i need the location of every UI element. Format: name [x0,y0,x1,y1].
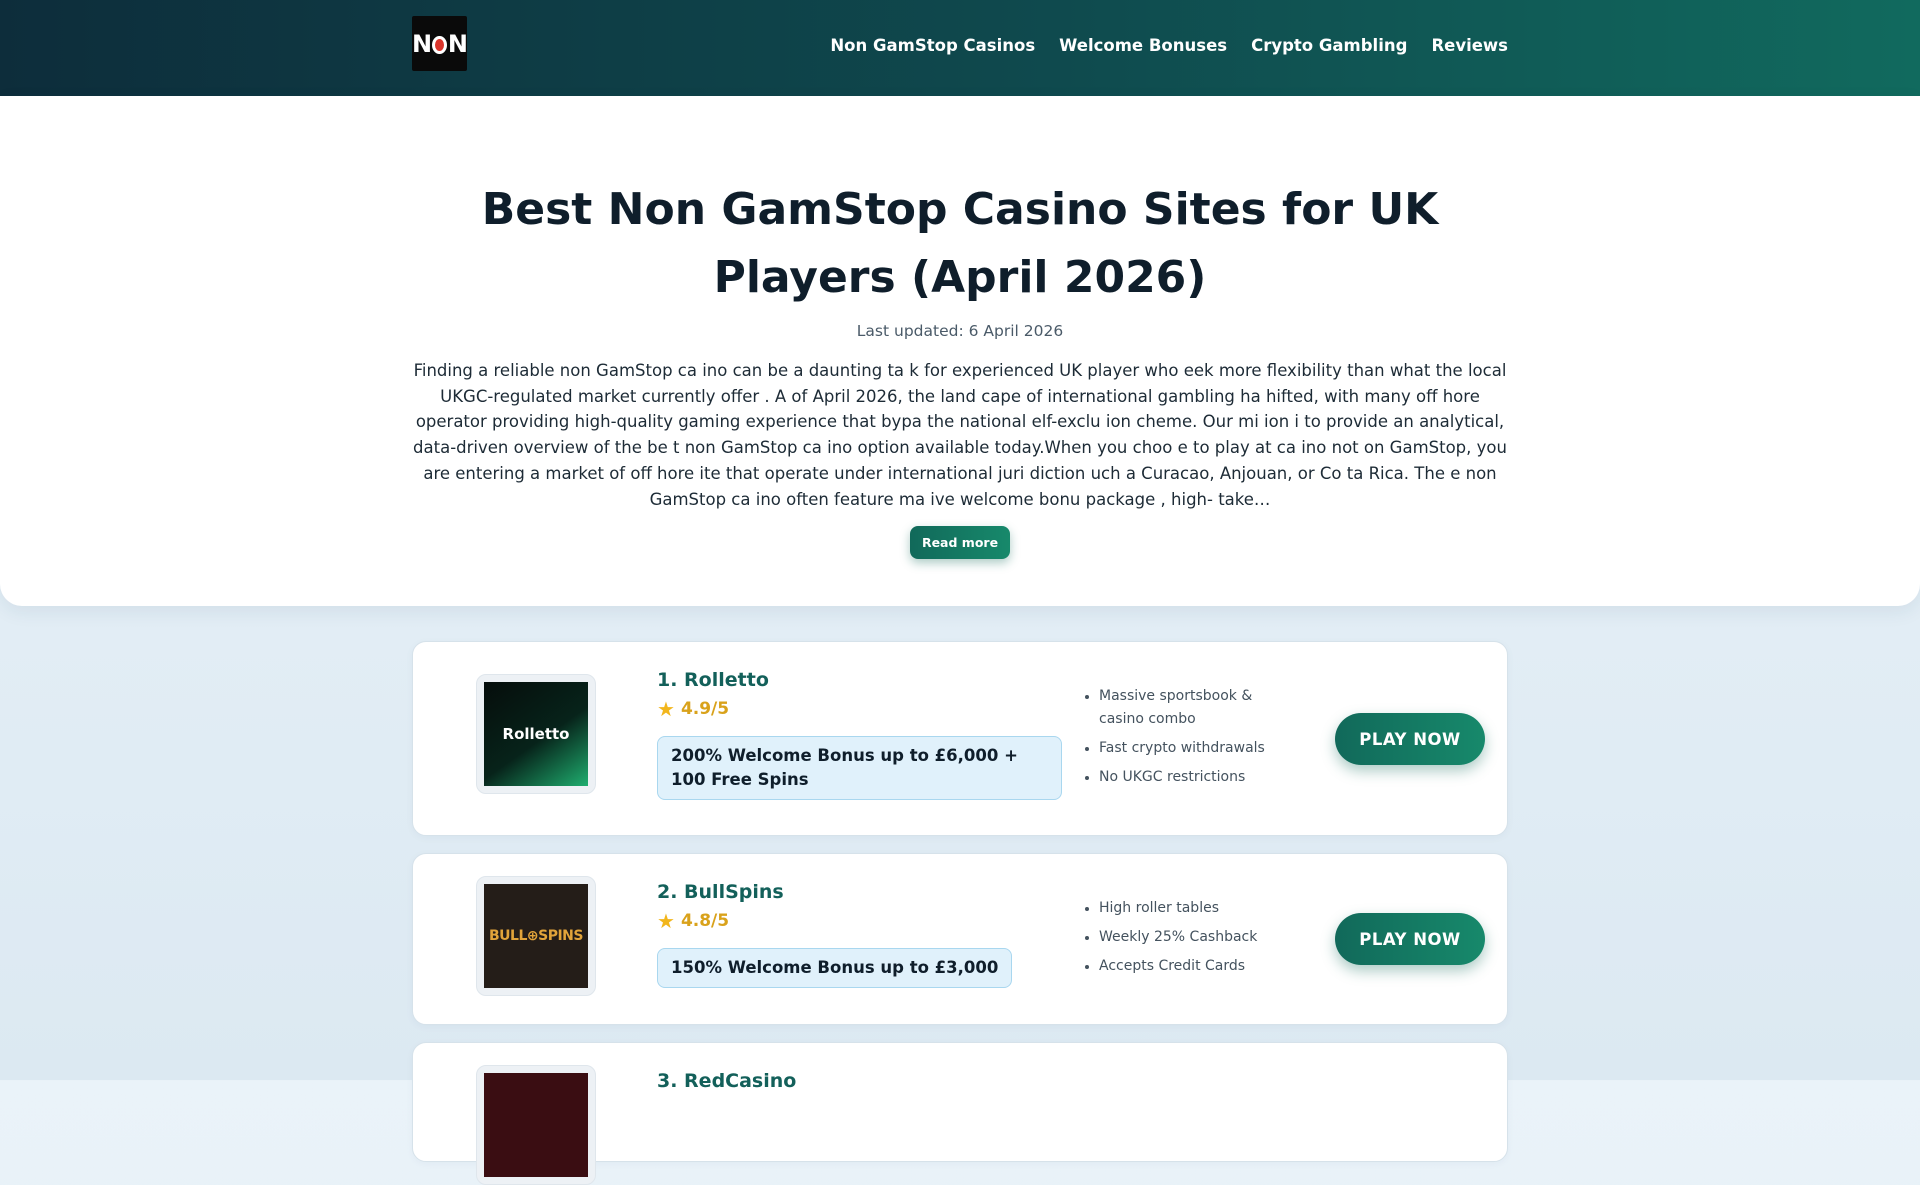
play-now-button[interactable]: PLAY NOW [1335,913,1485,965]
casino-rating: ★ 4.8/5 [657,911,729,931]
casino-logo-frame[interactable] [476,1065,596,1185]
rating-value: 4.8/5 [680,911,730,931]
feature-list: High roller tables Weekly 25% Cashback A… [1083,897,1283,984]
feature-item: High roller tables [1083,897,1283,920]
play-now-button[interactable]: PLAY NOW [1335,713,1485,765]
bonus-offer: 200% Welcome Bonus up to £6,000 + 100 Fr… [657,736,1062,800]
hero-section: Best Non GamStop Casino Sites for UK Pla… [0,96,1920,606]
casino-card-rolletto: Rolletto 1. Rolletto ★ 4.9/5 200% Welcom… [412,641,1508,836]
feature-item: Fast crypto withdrawals [1083,737,1283,760]
star-icon: ★ [657,909,675,933]
last-updated: Last updated: 6 April 2026 [856,322,1064,340]
star-icon: ★ [657,697,675,721]
bullspins-logo: BULL⊕SPINS [484,884,588,988]
site-logo[interactable]: NN [412,16,468,71]
nav-crypto-gambling[interactable]: Crypto Gambling [1251,36,1407,55]
casino-logo-frame[interactable]: Rolletto [476,674,596,794]
rating-value: 4.9/5 [680,699,730,719]
feature-list: Massive sportsbook & casino combo Fast c… [1083,685,1283,795]
intro-text: Finding a reliable non GamStop ca ino ca… [413,361,1507,509]
redcasino-logo [484,1073,588,1177]
rolletto-logo: Rolletto [484,682,588,786]
casino-logo-frame[interactable]: BULL⊕SPINS [476,876,596,996]
site-header: NN Non GamStop Casinos Welcome Bonuses C… [0,0,1920,96]
casino-card-redcasino: 3. RedCasino [412,1042,1508,1185]
bonus-offer: 150% Welcome Bonus up to £3,000 [657,948,1013,988]
casino-card-bullspins: BULL⊕SPINS 2. BullSpins ★ 4.8/5 150% Wel… [412,853,1508,1025]
feature-item: Massive sportsbook & casino combo [1083,685,1283,731]
casino-name[interactable]: 2. BullSpins [657,881,784,903]
casino-name[interactable]: 3. RedCasino [657,1070,796,1092]
main-nav: Non GamStop Casinos Welcome Bonuses Cryp… [830,36,1508,55]
feature-item: Weekly 25% Cashback [1083,926,1283,949]
casino-name[interactable]: 1. Rolletto [657,669,769,691]
page-title: Best Non GamStop Casino Sites for UK Pla… [481,184,1439,303]
nav-non-gamstop-casinos[interactable]: Non GamStop Casinos [830,36,1035,55]
nav-welcome-bonuses[interactable]: Welcome Bonuses [1059,36,1227,55]
feature-item: No UKGC restrictions [1083,766,1283,789]
poker-chip-icon [432,35,447,54]
read-more-button[interactable]: Read more [910,526,1010,559]
feature-item: Accepts Credit Cards [1083,955,1283,978]
nav-reviews[interactable]: Reviews [1431,36,1508,55]
casino-rating: ★ 4.9/5 [657,699,729,719]
